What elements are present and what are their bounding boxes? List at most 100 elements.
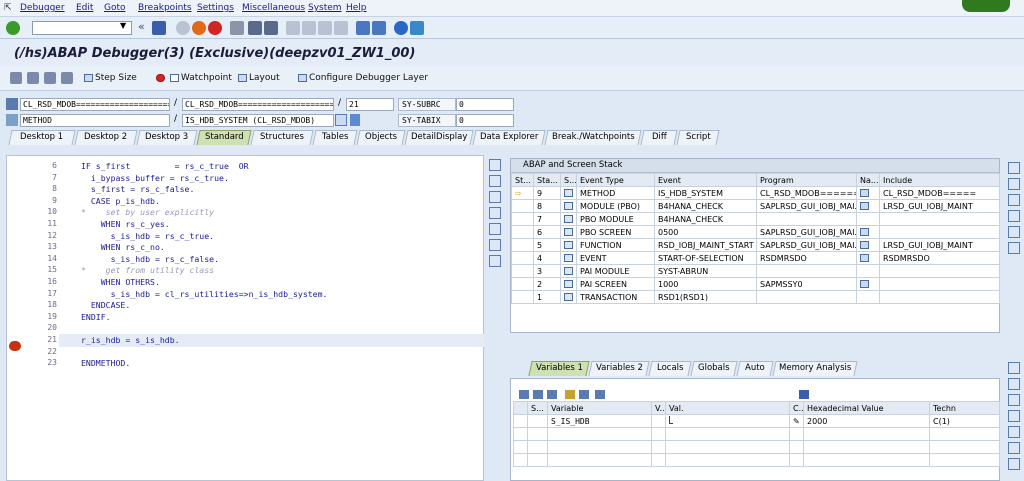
table-row[interactable]: 3 PAI MODULE SYST-ABRUN — [511, 264, 1000, 278]
include-cell[interactable]: RSDMRSDO — [879, 251, 1000, 265]
table-row[interactable]: 2 PAI SCREEN 1000 SAPMSSY0 — [511, 277, 1000, 291]
line-number[interactable]: 11 — [33, 219, 57, 228]
include-field[interactable]: CL_RSD_MDOB==================== — [182, 98, 334, 111]
menu-breakpoints[interactable]: Breakpoints — [138, 3, 192, 13]
new-tool-icon[interactable] — [1008, 378, 1020, 390]
previous-page-icon[interactable] — [302, 21, 316, 35]
code-line[interactable]: ENDIF. — [81, 312, 111, 322]
continue-icon[interactable] — [61, 72, 73, 84]
event-cell[interactable]: RSD1(RSD1) — [654, 290, 757, 304]
event-type-cell[interactable]: PBO MODULE — [576, 212, 655, 226]
col-header[interactable]: V... — [651, 401, 666, 415]
include-cell[interactable] — [879, 264, 1000, 278]
table-row[interactable]: 7 PBO MODULE B4HANA_CHECK — [511, 212, 1000, 226]
code-line[interactable]: * get from utility class — [81, 265, 214, 275]
value-cell[interactable] — [665, 414, 790, 428]
line-number[interactable]: 6 — [33, 161, 57, 170]
filter-icon[interactable] — [595, 390, 605, 399]
tab-diff[interactable]: Diff — [640, 130, 678, 145]
navigate-icon[interactable] — [856, 251, 880, 265]
event-cell[interactable]: START-OF-SELECTION — [654, 251, 757, 265]
menu-miscellaneous[interactable]: Miscellaneous — [242, 3, 305, 13]
current-stack-icon[interactable] — [511, 264, 534, 278]
line-number[interactable]: 10 — [33, 207, 57, 216]
close-tool-icon[interactable] — [1008, 362, 1020, 374]
sy-tabix-value[interactable]: 0 — [456, 114, 514, 127]
stack-type-icon[interactable] — [560, 238, 577, 252]
navigate-icon[interactable] — [856, 264, 880, 278]
replace-tool-icon[interactable] — [1008, 394, 1020, 406]
navigate-icon[interactable] — [856, 277, 880, 291]
enter-icon[interactable] — [6, 21, 20, 35]
stack-level-cell[interactable]: 2 — [533, 277, 561, 291]
tab-desktop-3[interactable]: Desktop 3 — [136, 130, 198, 145]
code-line[interactable]: ENDCASE. — [81, 300, 130, 310]
last-page-icon[interactable] — [334, 21, 348, 35]
code-line[interactable]: i_bypass_buffer = rs_c_true. — [81, 173, 229, 183]
layout-button[interactable]: Layout — [238, 73, 280, 83]
table-row[interactable] — [513, 427, 1000, 441]
code-line[interactable]: IF s_first = rs_c_true OR — [81, 161, 249, 171]
event-type-cell[interactable]: EVENT — [576, 251, 655, 265]
new-tool-icon[interactable] — [489, 175, 501, 187]
table-row[interactable] — [513, 440, 1000, 454]
code-line[interactable]: CASE p_is_hdb. — [81, 196, 160, 206]
new-session-icon[interactable] — [356, 21, 370, 35]
tab-objects[interactable]: Objects — [356, 130, 406, 145]
variable-name-cell[interactable]: S_IS_HDB — [547, 414, 652, 428]
transfer-icon[interactable] — [579, 390, 589, 399]
swap-tool-icon[interactable] — [1008, 226, 1020, 238]
configure-layer-button[interactable]: Configure Debugger Layer — [298, 73, 428, 83]
col-header[interactable]: Event — [654, 173, 757, 187]
include-cell[interactable]: LRSD_GUI_IOBJ_MAINT — [879, 238, 1000, 252]
event-type-cell[interactable]: TRANSACTION — [576, 290, 655, 304]
table-row[interactable]: S_IS_HDB ✎ 2000 C(1) — [513, 414, 1000, 428]
program-cell[interactable]: SAPLRSD_GUI_IOBJ_MAI... — [756, 199, 857, 213]
code-line[interactable]: WHEN OTHERS. — [81, 277, 160, 287]
event-type-cell[interactable]: METHOD — [576, 186, 655, 200]
navigate-icon[interactable] — [856, 225, 880, 239]
current-stack-icon[interactable] — [511, 238, 534, 252]
tab-script[interactable]: Script — [676, 130, 720, 145]
program-cell[interactable]: SAPLRSD_GUI_IOBJ_MAI... — [756, 238, 857, 252]
event-cell[interactable]: IS_HDB_SYSTEM — [654, 186, 757, 200]
next-page-icon[interactable] — [318, 21, 332, 35]
save-icon[interactable] — [799, 390, 809, 399]
help-icon[interactable] — [394, 21, 408, 35]
table-row[interactable]: 1 TRANSACTION RSD1(RSD1) — [511, 290, 1000, 304]
delete-icon[interactable] — [519, 390, 529, 399]
line-number[interactable]: 15 — [33, 265, 57, 274]
execute-icon[interactable] — [27, 72, 39, 84]
close-tool-icon[interactable] — [1008, 162, 1020, 174]
close-tool-icon[interactable] — [489, 159, 501, 171]
tab-desktop-2[interactable]: Desktop 2 — [74, 130, 138, 145]
program-cell[interactable] — [756, 264, 857, 278]
stack-level-cell[interactable]: 8 — [533, 199, 561, 213]
stack-level-cell[interactable]: 6 — [533, 225, 561, 239]
edit-icon[interactable]: ✎ — [789, 414, 804, 428]
program-cell[interactable]: SAPMSSY0 — [756, 277, 857, 291]
find-next-icon[interactable] — [264, 21, 278, 35]
program-cell[interactable] — [756, 290, 857, 304]
col-header[interactable]: Event Type — [576, 173, 655, 187]
event-name-field[interactable]: IS_HDB_SYSTEM (CL_RSD_MDOB) — [182, 114, 334, 127]
col-header[interactable]: St... — [511, 173, 534, 187]
line-number[interactable]: 22 — [33, 347, 57, 356]
tab-standard[interactable]: Standard — [196, 130, 252, 145]
exit-process-icon[interactable] — [192, 21, 206, 35]
col-header[interactable]: Hexadecimal Value — [803, 401, 930, 415]
col-header[interactable]: S... — [527, 401, 548, 415]
stack-type-icon[interactable] — [560, 251, 577, 265]
current-stack-icon[interactable] — [511, 277, 534, 291]
command-dropdown-icon[interactable]: ▼ — [120, 21, 126, 30]
swap-tool-icon[interactable] — [489, 223, 501, 235]
tab-variables-2[interactable]: Variables 2 — [588, 361, 650, 376]
navigate-icon[interactable] — [856, 186, 880, 200]
navigate-icon[interactable] — [335, 114, 347, 126]
menu-goto[interactable]: Goto — [104, 3, 126, 13]
table-row[interactable]: 8 MODULE (PBO) B4HANA_CHECK SAPLRSD_GUI_IOB… — [511, 199, 1000, 213]
include-cell[interactable] — [879, 290, 1000, 304]
services-icon[interactable] — [1008, 242, 1020, 254]
line-number[interactable]: 16 — [33, 277, 57, 286]
stack-level-cell[interactable]: 4 — [533, 251, 561, 265]
